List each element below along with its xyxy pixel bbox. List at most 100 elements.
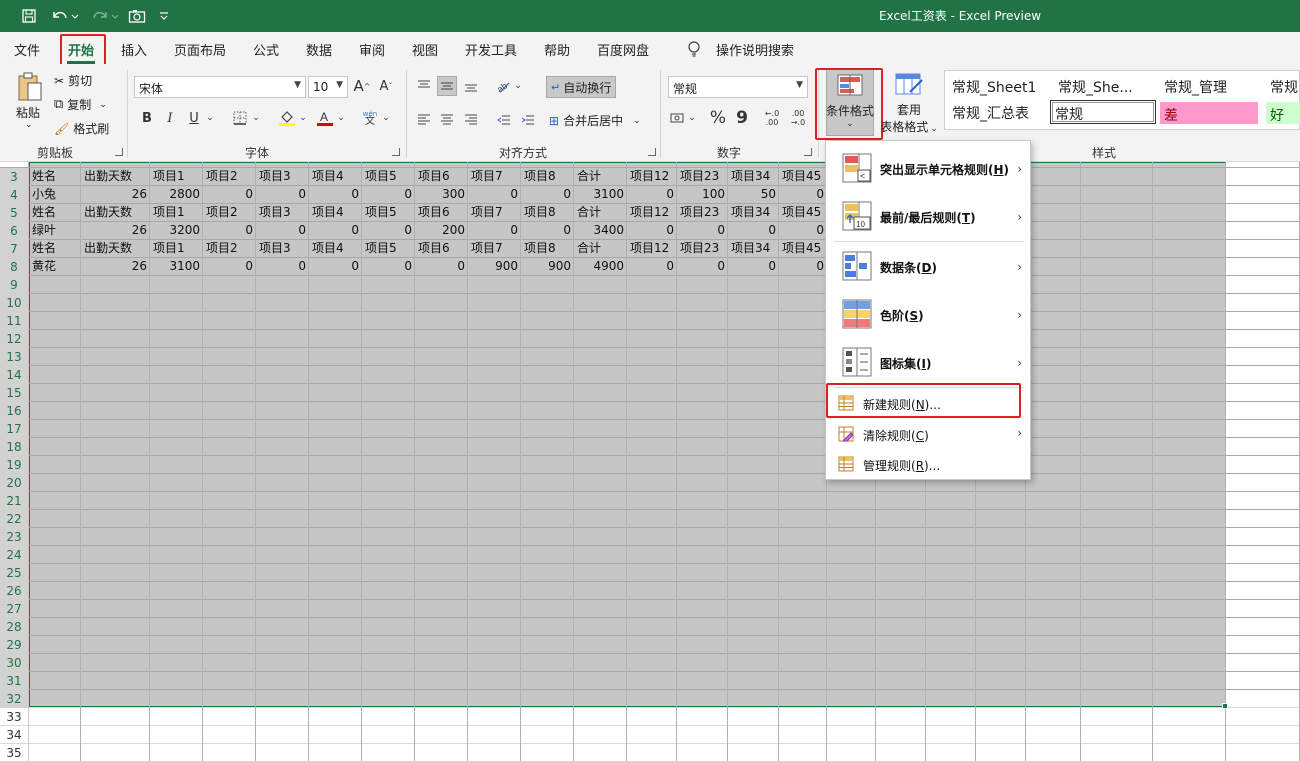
- cell[interactable]: 项目4: [309, 168, 362, 186]
- merge-dropdown-icon[interactable]: ⌄: [633, 116, 641, 126]
- cell[interactable]: 0: [627, 258, 677, 276]
- row-header[interactable]: 25: [0, 564, 29, 582]
- row-header[interactable]: 34: [0, 726, 29, 744]
- cell[interactable]: 0: [203, 258, 256, 276]
- cell[interactable]: 项目12: [627, 204, 677, 222]
- tab-view[interactable]: 视图: [412, 40, 438, 59]
- cell-style-normal-summary[interactable]: 常规_汇总表: [948, 100, 1048, 124]
- cell[interactable]: 项目23: [677, 168, 728, 186]
- cell[interactable]: 0: [468, 222, 521, 240]
- row-header[interactable]: 5: [0, 204, 29, 222]
- row-header[interactable]: 6: [0, 222, 29, 240]
- cell[interactable]: 0: [779, 186, 827, 204]
- fill-handle[interactable]: [1222, 703, 1228, 709]
- cell[interactable]: 0: [468, 186, 521, 204]
- cell[interactable]: 900: [521, 258, 574, 276]
- customize-qat-icon[interactable]: [156, 6, 172, 26]
- row-header[interactable]: 24: [0, 546, 29, 564]
- cell[interactable]: 0: [521, 222, 574, 240]
- cell[interactable]: 项目1: [150, 204, 203, 222]
- cell[interactable]: 项目5: [362, 204, 415, 222]
- decrease-indent-icon[interactable]: [494, 110, 514, 130]
- camera-icon[interactable]: [126, 6, 148, 26]
- cell[interactable]: 项目8: [521, 204, 574, 222]
- row-header[interactable]: 15: [0, 384, 29, 402]
- row-header[interactable]: 31: [0, 672, 29, 690]
- row-header[interactable]: 35: [0, 744, 29, 761]
- cell[interactable]: 出勤天数: [81, 204, 150, 222]
- cell[interactable]: 项目2: [203, 168, 256, 186]
- paste-dropdown-icon[interactable]: ⌄: [25, 120, 33, 130]
- tab-help[interactable]: 帮助: [544, 40, 570, 59]
- redo-icon[interactable]: [88, 6, 122, 26]
- cell[interactable]: 26: [81, 222, 150, 240]
- tab-insert[interactable]: 插入: [121, 40, 147, 59]
- underline-dropdown-icon[interactable]: ⌄: [204, 108, 216, 128]
- cell[interactable]: 0: [362, 258, 415, 276]
- cell[interactable]: 100: [677, 186, 728, 204]
- cell[interactable]: 0: [309, 258, 362, 276]
- cell[interactable]: 项目5: [362, 240, 415, 258]
- menu-item-manage-rules[interactable]: 管理规则(R)...: [826, 450, 1030, 478]
- cell[interactable]: 小兔: [29, 186, 81, 204]
- row-header[interactable]: 7: [0, 240, 29, 258]
- row-header[interactable]: 26: [0, 582, 29, 600]
- cell[interactable]: 0: [256, 222, 309, 240]
- accounting-format-icon[interactable]: [668, 108, 688, 128]
- cell[interactable]: 项目3: [256, 168, 309, 186]
- cell[interactable]: 项目8: [521, 168, 574, 186]
- cell[interactable]: 项目45: [779, 240, 827, 258]
- cell[interactable]: 项目45: [779, 168, 827, 186]
- number-launcher-icon[interactable]: [804, 148, 812, 156]
- row-header[interactable]: 23: [0, 528, 29, 546]
- row-header[interactable]: 9: [0, 276, 29, 294]
- merge-center-button[interactable]: ⊞ 合并后居中 ⌄: [549, 112, 641, 129]
- cell[interactable]: 项目6: [415, 204, 468, 222]
- format-painter-button[interactable]: 🖌 格式刷: [54, 120, 109, 137]
- undo-icon[interactable]: [48, 6, 82, 26]
- align-bottom-icon[interactable]: [461, 76, 481, 96]
- font-color-dropdown-icon[interactable]: ⌄: [335, 108, 347, 128]
- cell[interactable]: 项目4: [309, 240, 362, 258]
- row-header[interactable]: 18: [0, 438, 29, 456]
- row-header[interactable]: 11: [0, 312, 29, 330]
- cell[interactable]: 项目5: [362, 168, 415, 186]
- grow-font-button[interactable]: A ^: [352, 76, 372, 96]
- row-header[interactable]: 20: [0, 474, 29, 492]
- align-right-icon[interactable]: [461, 110, 481, 130]
- cell[interactable]: 项目34: [728, 240, 779, 258]
- row-header[interactable]: 3: [0, 168, 29, 186]
- cell[interactable]: 200: [415, 222, 468, 240]
- borders-dropdown-icon[interactable]: ⌄: [250, 108, 262, 128]
- cell[interactable]: 项目12: [627, 168, 677, 186]
- format-as-table-button[interactable]: 套用 表格格式 ⌄: [878, 72, 940, 135]
- cell[interactable]: 0: [521, 186, 574, 204]
- cell[interactable]: 出勤天数: [81, 240, 150, 258]
- cell[interactable]: 0: [627, 186, 677, 204]
- cell[interactable]: 项目23: [677, 204, 728, 222]
- cell[interactable]: 2800: [150, 186, 203, 204]
- row-header[interactable]: 22: [0, 510, 29, 528]
- cell[interactable]: 0: [362, 222, 415, 240]
- cell[interactable]: 项目3: [256, 204, 309, 222]
- cell[interactable]: 26: [81, 258, 150, 276]
- cell[interactable]: 绿叶: [29, 222, 81, 240]
- increase-decimal-icon[interactable]: ←.0 .00: [760, 106, 784, 130]
- cell[interactable]: 项目7: [468, 168, 521, 186]
- cell[interactable]: 黄花: [29, 258, 81, 276]
- number-format-select[interactable]: 常规 ▼: [668, 76, 808, 98]
- cell[interactable]: 0: [677, 222, 728, 240]
- cell[interactable]: 合计: [574, 240, 627, 258]
- cell[interactable]: 姓名: [29, 204, 81, 222]
- cell[interactable]: 项目6: [415, 168, 468, 186]
- cell[interactable]: 3200: [150, 222, 203, 240]
- cell[interactable]: 0: [779, 258, 827, 276]
- tab-page-layout[interactable]: 页面布局: [174, 40, 226, 59]
- cell[interactable]: 4900: [574, 258, 627, 276]
- cell[interactable]: 项目7: [468, 204, 521, 222]
- cell-style-good[interactable]: 好: [1266, 102, 1300, 124]
- cell[interactable]: 0: [415, 258, 468, 276]
- cell-style-normal-she[interactable]: 常规_She...: [1054, 74, 1154, 98]
- cell[interactable]: 出勤天数: [81, 168, 150, 186]
- italic-button[interactable]: I: [160, 108, 180, 128]
